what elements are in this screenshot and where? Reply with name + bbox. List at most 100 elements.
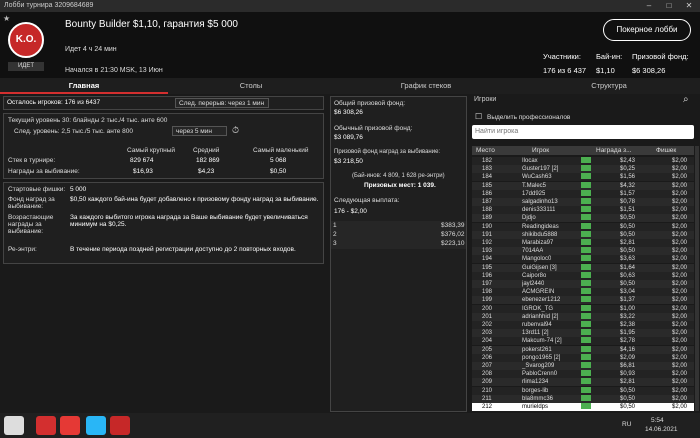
- col-player[interactable]: Игрок: [532, 146, 549, 155]
- player-name: 7014AA: [522, 248, 544, 255]
- player-name: 17dd925: [522, 190, 546, 197]
- poker-lobby-button[interactable]: Покерное лобби: [603, 19, 691, 41]
- country-flag-icon: [581, 353, 591, 360]
- player-row[interactable]: 191 shikibdu5888 $0,50 $2,00: [472, 230, 694, 239]
- progressive-label: Возрастающие награды за выбивание:: [8, 214, 54, 235]
- player-row[interactable]: 196 Caipor8o $0,63 $2,00: [472, 271, 694, 280]
- country-flag-icon: [581, 230, 591, 237]
- col-place[interactable]: Место: [476, 146, 495, 155]
- player-bounty: $0,50: [620, 231, 636, 238]
- pro-checkbox-label: Выделить профессионалов: [487, 114, 571, 121]
- close-button[interactable]: ✕: [680, 0, 698, 12]
- player-row[interactable]: 200 IGROK_TG $1,00 $2,00: [472, 304, 694, 313]
- player-row[interactable]: 203 13rd11 [2] $1,95 $2,00: [472, 329, 694, 338]
- player-row[interactable]: 195 GuiGijsen [3] $1,64 $2,00: [472, 263, 694, 272]
- player-chips: $2,00: [672, 207, 688, 214]
- player-row[interactable]: 204 Makcum-74 [2] $2,78 $2,00: [472, 337, 694, 346]
- player-name: T.Malec5: [522, 182, 547, 189]
- language-indicator[interactable]: RU: [622, 421, 631, 428]
- player-name: Readingideas: [522, 223, 559, 230]
- player-chips: $2,00: [672, 174, 688, 181]
- next-level-time: через 5 мин: [172, 126, 227, 136]
- player-chips: $2,00: [672, 215, 688, 222]
- tab-tables[interactable]: Столы: [168, 78, 334, 94]
- player-place: 205: [482, 346, 493, 353]
- players-scrollbar[interactable]: [695, 146, 699, 411]
- tab-stack-chart[interactable]: График стеков: [334, 78, 518, 94]
- pokerstars-icon[interactable]: [110, 416, 130, 435]
- player-bounty: $2,78: [620, 338, 636, 345]
- search-icon[interactable]: ⌕: [683, 94, 689, 105]
- yandex-icon[interactable]: [60, 416, 80, 435]
- player-row[interactable]: 185 T.Malec5 $4,32 $2,00: [472, 181, 694, 190]
- player-row[interactable]: 192 Marabiza97 $2,81 $2,00: [472, 239, 694, 247]
- pro-checkbox[interactable]: ☐: [475, 112, 482, 121]
- player-row[interactable]: 188 denis333111 $1,51 $2,00: [472, 206, 694, 215]
- player-bounty: $0,93: [620, 371, 636, 378]
- player-row[interactable]: 186 17dd925 $1,57 $2,00: [472, 189, 694, 198]
- col-chips[interactable]: Фишек: [656, 146, 676, 155]
- player-name: ebenezer1212: [522, 297, 561, 304]
- opera-icon[interactable]: [36, 416, 56, 435]
- player-row[interactable]: 193 7014AA $0,50 $2,00: [472, 247, 694, 256]
- player-row[interactable]: 182 Ilocax $2,43 $2,00: [472, 157, 694, 165]
- player-name: ACMGREIN: [522, 289, 555, 296]
- player-place: 206: [482, 354, 493, 361]
- player-row[interactable]: 202 rubenval94 $2,38 $2,00: [472, 321, 694, 329]
- player-place: 188: [482, 207, 493, 214]
- player-bounty: $1,37: [620, 297, 636, 304]
- bounty-average: $4,23: [198, 168, 215, 175]
- player-row[interactable]: 211 bla8mmc36 $0,50 $2,00: [472, 394, 694, 403]
- player-chips: $2,00: [672, 272, 688, 279]
- player-row[interactable]: 201 adrianhhid [2] $3,22 $2,00: [472, 312, 694, 321]
- start-icon[interactable]: [4, 416, 24, 435]
- player-bounty: $3,63: [620, 256, 636, 263]
- favorite-star-icon[interactable]: ★: [3, 14, 10, 23]
- player-chips: $2,00: [672, 190, 688, 197]
- player-name: WuCash63: [522, 174, 552, 181]
- country-flag-icon: [581, 296, 591, 303]
- player-row[interactable]: 197 jayl2440 $0,50 $2,00: [472, 280, 694, 288]
- player-row[interactable]: 208 PabloCrenn0 $0,93 $2,00: [472, 370, 694, 379]
- tab-structure[interactable]: Структура: [518, 78, 700, 94]
- payout-place: 2: [333, 231, 337, 238]
- tab-main[interactable]: Главная: [0, 78, 168, 94]
- player-row[interactable]: 212 murieldps $0,50 $2,00: [472, 403, 694, 411]
- player-row[interactable]: 205 pokerst261 $4,16 $2,00: [472, 345, 694, 354]
- country-flag-icon: [581, 378, 591, 385]
- player-row[interactable]: 190 Readingideas $0,50 $2,00: [472, 222, 694, 231]
- telegram-icon[interactable]: [86, 416, 106, 435]
- player-name: salgadinho13: [522, 199, 558, 205]
- knockout-logo: K.O.: [8, 22, 44, 58]
- player-row[interactable]: 194 Mangoloc0 $3,63 $2,00: [472, 255, 694, 264]
- player-row[interactable]: 183 Guster197 [2] $0,25 $2,00: [472, 165, 694, 174]
- player-chips: $2,00: [672, 404, 688, 410]
- col-bounty[interactable]: Награда з...: [596, 146, 632, 155]
- player-row[interactable]: 199 ebenezer1212 $1,37 $2,00: [472, 296, 694, 305]
- player-search-input[interactable]: [472, 125, 694, 139]
- maximize-button[interactable]: □: [660, 0, 678, 12]
- player-chips: $2,00: [672, 199, 688, 205]
- country-flag-icon: [581, 312, 591, 319]
- clock-icon: ⏱: [232, 125, 240, 135]
- player-name: 13rd11 [2]: [522, 330, 549, 337]
- player-row[interactable]: 189 Djdjo $0,50 $2,00: [472, 214, 694, 223]
- player-place: 192: [482, 240, 493, 246]
- player-row[interactable]: 210 borges-lib $0,50 $2,00: [472, 386, 694, 395]
- next-payout: 176 - $2,00: [334, 208, 367, 215]
- player-place: 189: [482, 215, 493, 222]
- player-row[interactable]: 187 salgadinho13 $0,78 $2,00: [472, 198, 694, 206]
- taskbar: RU 5:54 14.06.2021: [0, 413, 700, 438]
- player-row[interactable]: 206 pongo1965 [2] $2,09 $2,00: [472, 353, 694, 362]
- player-row[interactable]: 198 ACMGREIN $3,04 $2,00: [472, 288, 694, 297]
- player-bounty: $2,81: [620, 240, 636, 246]
- bounty-fund-label: Фонд наград за выбивание:: [8, 196, 55, 210]
- minimize-button[interactable]: –: [640, 0, 658, 12]
- player-name: denis333111: [522, 207, 556, 214]
- player-row[interactable]: 209 rlima1234 $2,81 $2,00: [472, 378, 694, 387]
- player-chips: $2,00: [672, 371, 688, 378]
- player-row[interactable]: 184 WuCash63 $1,56 $2,00: [472, 173, 694, 182]
- player-row[interactable]: 207 _Svarog209 $6,81 $2,00: [472, 362, 694, 370]
- country-flag-icon: [581, 280, 591, 286]
- players-value: 176 из 6 437: [543, 66, 587, 75]
